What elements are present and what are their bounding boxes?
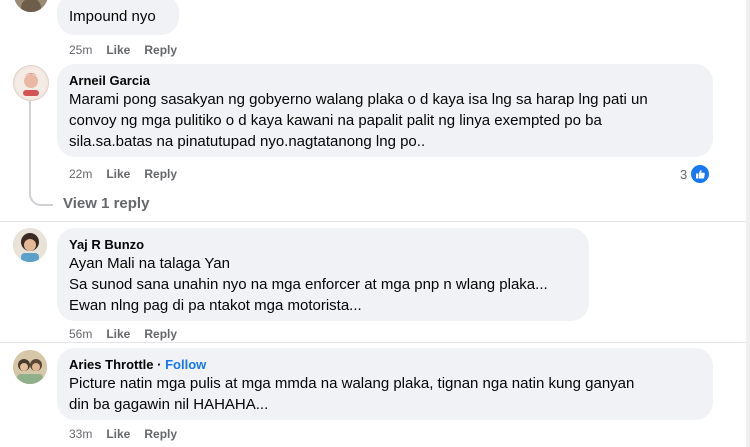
avatar[interactable] <box>14 0 48 12</box>
comment-meta: 33m Like Reply <box>69 426 191 442</box>
follow-button[interactable]: Follow <box>165 357 206 372</box>
comment-author[interactable]: Aries Throttle <box>69 357 154 372</box>
comment-text-line: din ba gagawin nil HAHAHA... <box>69 396 269 413</box>
comment-text-line: Picture natin mga pulis at mga mmda na w… <box>69 375 635 392</box>
comment-text-line: sila.sa.batas na pinatutupad nyo.nagtata… <box>69 133 426 150</box>
reply-button[interactable]: Reply <box>144 167 177 181</box>
like-button[interactable]: Like <box>106 43 130 57</box>
thread-line <box>29 100 31 190</box>
reaction-summary[interactable]: 3 <box>680 163 712 185</box>
avatar[interactable] <box>13 228 47 262</box>
comment-bubble: Yaj R Bunzo Ayan Mali na talaga Yan Sa s… <box>57 228 589 321</box>
like-button[interactable]: Like <box>106 167 130 181</box>
comment-text-line: convoy ng mga pulitiko o d kaya kawani n… <box>69 112 602 129</box>
comment-meta: 25m Like Reply <box>69 42 191 58</box>
reply-button[interactable]: Reply <box>144 427 177 441</box>
reaction-count: 3 <box>680 166 688 182</box>
comment-timestamp[interactable]: 33m <box>69 427 92 441</box>
comment-meta: 56m Like Reply <box>69 326 191 342</box>
divider <box>0 342 750 343</box>
comment-timestamp[interactable]: 22m <box>69 167 92 181</box>
comment-text: Impound nyo <box>69 8 156 25</box>
comment-bubble: Impound nyo <box>57 0 179 35</box>
like-button[interactable]: Like <box>106 427 130 441</box>
thread-connector <box>29 186 53 206</box>
comment-text-line: Marami pong sasakyan ng gobyerno walang … <box>69 91 648 108</box>
view-replies-link[interactable]: View 1 reply <box>63 195 149 212</box>
separator-dot: · <box>157 357 162 372</box>
scrollbar[interactable] <box>746 0 750 447</box>
comment-bubble: Aries Throttle · Follow Picture natin mg… <box>57 348 713 420</box>
reply-button[interactable]: Reply <box>144 43 177 57</box>
comment-timestamp[interactable]: 56m <box>69 327 92 341</box>
avatar[interactable] <box>13 65 49 101</box>
comment-author[interactable]: Arneil Garcia <box>69 72 701 89</box>
reply-button[interactable]: Reply <box>144 327 177 341</box>
like-icon <box>689 163 712 185</box>
comment-meta: 22m Like Reply <box>69 166 191 182</box>
avatar[interactable] <box>13 350 47 384</box>
comment-text-line: Ayan Mali na talaga Yan <box>69 255 230 272</box>
comment-author[interactable]: Yaj R Bunzo <box>69 236 577 253</box>
comment-author-row: Aries Throttle · Follow <box>69 356 701 373</box>
like-button[interactable]: Like <box>106 327 130 341</box>
divider <box>0 221 750 222</box>
comment-text-line: Sa sunod sana unahin nyo na mga enforcer… <box>69 276 548 293</box>
comment-bubble: Arneil Garcia Marami pong sasakyan ng go… <box>57 64 713 157</box>
comment-text-line: Ewan nlng pag di pa ntakot mga motorista… <box>69 297 362 314</box>
comment-timestamp[interactable]: 25m <box>69 43 92 57</box>
